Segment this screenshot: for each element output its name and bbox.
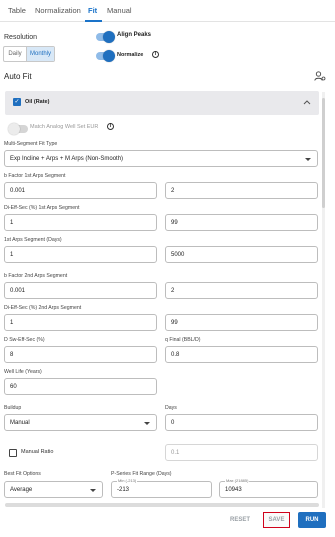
b-factor-1-max-input[interactable]: 2 <box>165 182 318 199</box>
buildup-label: Buildup <box>4 405 22 411</box>
b-factor-2-max-value: 2 <box>171 287 175 294</box>
match-eur-info-icon[interactable]: i <box>107 123 114 130</box>
align-peaks-toggle[interactable] <box>96 31 115 43</box>
di-eff-1-min-input[interactable]: 1 <box>4 214 157 231</box>
well-life-input[interactable]: 60 <box>4 378 157 395</box>
d-sw-label: D Sw-Eff-Sec (%) <box>4 337 45 343</box>
match-eur-toggle[interactable] <box>8 123 28 135</box>
user-settings-icon[interactable] <box>314 71 326 81</box>
di-eff-2-max-input[interactable]: 99 <box>165 314 318 331</box>
manual-ratio-input[interactable]: 0.1 <box>165 444 318 461</box>
p-series-min-caption: Min (-213) <box>117 478 138 483</box>
resolution-label: Resolution <box>4 34 38 41</box>
b-factor-2-max-input[interactable]: 2 <box>165 282 318 299</box>
well-life-value: 60 <box>10 383 17 390</box>
normalize-toggle[interactable] <box>96 50 115 62</box>
di-eff-1-max-input[interactable]: 99 <box>165 214 318 231</box>
p-series-min-input[interactable]: Min (-213) -213 <box>111 478 212 498</box>
auto-fit-title: Auto Fit <box>4 72 32 81</box>
resolution-segmented-control: Daily Monthly <box>3 46 55 62</box>
manual-ratio-checkbox[interactable] <box>9 449 17 457</box>
b-factor-2-min-input[interactable]: 0.001 <box>4 282 157 299</box>
resolution-monthly[interactable]: Monthly <box>26 47 54 61</box>
best-fit-label: Best Fit Options <box>4 471 41 477</box>
save-button[interactable]: SAVE <box>263 512 290 528</box>
well-life-label: Well Life (Years) <box>4 369 42 375</box>
b-factor-1-min-value: 0.001 <box>10 187 26 194</box>
days-input[interactable]: 0 <box>165 414 318 431</box>
oil-rate-title: Oil (Rate) <box>25 99 50 105</box>
best-fit-value: Average <box>10 486 33 493</box>
active-tab-indicator <box>85 20 102 22</box>
b-factor-1-min-input[interactable]: 0.001 <box>4 182 157 199</box>
days-label: Days <box>165 405 177 411</box>
q-final-input[interactable]: 0.8 <box>165 346 318 363</box>
match-eur-label: Match Analog Well Set EUR <box>30 124 99 130</box>
d-sw-value: 8 <box>10 351 14 358</box>
tab-bar: Table Normalization Fit Manual <box>0 0 335 22</box>
arps-days-1-min-input[interactable]: 1 <box>4 246 157 263</box>
arps-days-1-min-value: 1 <box>10 251 14 258</box>
chevron-up-icon[interactable] <box>303 99 311 105</box>
multi-segment-label: Multi-Segment Fit Type <box>4 141 58 147</box>
p-series-label: P-Series Fit Range (Days) <box>111 471 172 477</box>
manual-ratio-value: 0.1 <box>171 449 180 456</box>
vertical-scrollbar-thumb[interactable] <box>322 98 325 208</box>
b-factor-2-label: b Factor 2nd Arps Segment <box>4 273 68 279</box>
di-eff-1-max-value: 99 <box>171 219 178 226</box>
arps-days-1-label: 1st Arps Segment (Days) <box>4 237 62 243</box>
di-eff-2-label: Di-Eff-Sec (%) 2nd Arps Segment <box>4 305 82 311</box>
tab-fit[interactable]: Fit <box>88 6 97 15</box>
arps-days-1-max-value: 5000 <box>171 251 185 258</box>
di-eff-2-max-value: 99 <box>171 319 178 326</box>
tab-normalization[interactable]: Normalization <box>35 6 81 15</box>
di-eff-2-min-value: 1 <box>10 319 14 326</box>
q-final-label: q Final (BBL/D) <box>165 337 201 343</box>
p-series-max-caption: Max (21885) <box>225 478 250 483</box>
run-button[interactable]: RUN <box>298 512 326 528</box>
normalize-info-icon[interactable]: i <box>152 51 159 58</box>
q-final-value: 0.8 <box>171 351 180 358</box>
arps-days-1-max-input[interactable]: 5000 <box>165 246 318 263</box>
tab-table[interactable]: Table <box>8 6 26 15</box>
multi-segment-select[interactable]: Exp Incline + Arps + M Arps (Non-Smooth) <box>4 150 318 167</box>
b-factor-2-min-value: 0.001 <box>10 287 26 294</box>
di-eff-1-min-value: 1 <box>10 219 14 226</box>
p-series-max-value: 10943 <box>225 486 242 493</box>
best-fit-select[interactable]: Average <box>4 481 103 498</box>
oil-rate-checkbox[interactable]: ✓ <box>13 98 21 106</box>
di-eff-2-min-input[interactable]: 1 <box>4 314 157 331</box>
b-factor-1-label: b Factor 1st Arps Segment <box>4 173 66 179</box>
p-series-max-input[interactable]: Max (21885) 10943 <box>219 478 318 498</box>
horizontal-scrollbar[interactable] <box>5 503 319 507</box>
days-value: 0 <box>171 419 175 426</box>
manual-ratio-label: Manual Ratio <box>21 449 54 455</box>
buildup-value: Manual <box>10 419 30 426</box>
normalize-label: Normalize <box>117 52 144 58</box>
di-eff-1-label: Di-Eff-Sec (%) 1st Arps Segment <box>4 205 80 211</box>
oil-rate-panel-header[interactable] <box>5 91 319 115</box>
d-sw-input[interactable]: 8 <box>4 346 157 363</box>
p-series-min-value: -213 <box>117 486 130 493</box>
reset-button[interactable]: RESET <box>227 512 253 528</box>
resolution-daily[interactable]: Daily <box>4 47 26 61</box>
buildup-select[interactable]: Manual <box>4 414 157 431</box>
multi-segment-value: Exp Incline + Arps + M Arps (Non-Smooth) <box>10 155 124 162</box>
tab-manual[interactable]: Manual <box>107 6 132 15</box>
align-peaks-label: Align Peaks <box>117 32 152 38</box>
b-factor-1-max-value: 2 <box>171 187 175 194</box>
